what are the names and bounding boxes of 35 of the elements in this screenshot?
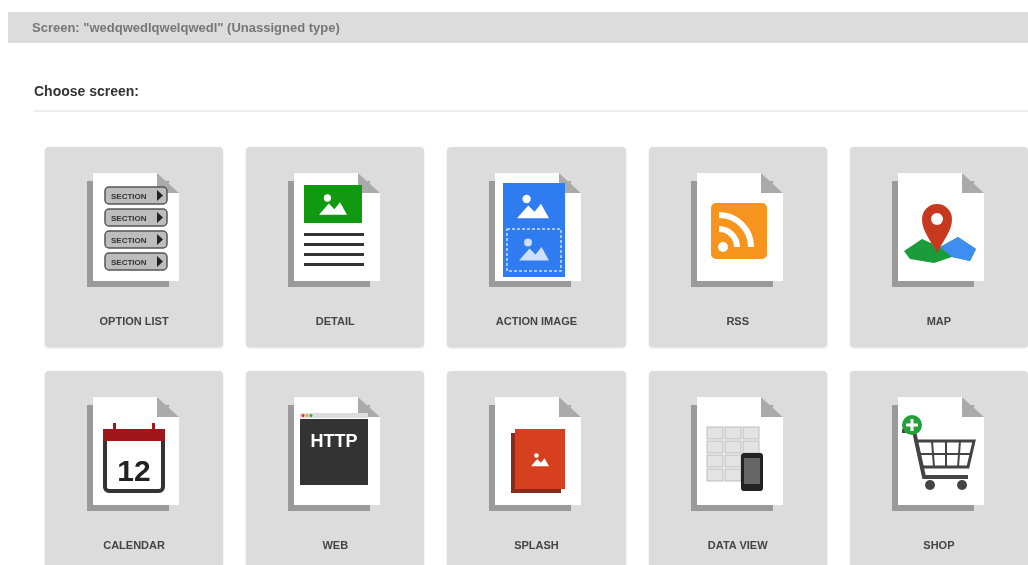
section-pill xyxy=(104,208,168,227)
screen-type-tile[interactable]: MAP xyxy=(849,147,1028,347)
day-number: 12 xyxy=(117,454,151,487)
http-label: HTTP xyxy=(310,431,358,451)
screen-type-tile[interactable]: DATA VIEW xyxy=(648,371,827,565)
section-label: SECTION xyxy=(111,258,147,267)
map-pin-document-icon xyxy=(891,173,986,287)
section-pill xyxy=(104,252,168,271)
screen-type-tile[interactable]: HTTP WEB xyxy=(246,371,425,565)
calendar-icon xyxy=(103,423,166,493)
grid-phone-document-icon xyxy=(690,397,785,511)
screen-type-tile[interactable]: ACTION IMAGE xyxy=(447,147,626,347)
play-icon xyxy=(157,212,164,223)
screen-type-tile[interactable]: DETAIL xyxy=(246,147,425,347)
detail-document-icon xyxy=(288,173,383,287)
rss-document-icon xyxy=(690,173,785,287)
play-icon xyxy=(157,234,164,245)
screen-type-tile[interactable]: 12 CALENDAR xyxy=(45,371,224,565)
play-icon xyxy=(157,256,164,267)
screen-title: Screen: "wedqwedlqwelqwedl" (Unassigned type) xyxy=(32,18,340,37)
section-label: SECTION xyxy=(111,192,147,201)
image-document-icon xyxy=(489,173,584,287)
screen-type-tile[interactable]: RSS xyxy=(648,147,827,347)
section-label: SECTION xyxy=(111,214,147,223)
section-label: SECTION xyxy=(111,236,147,245)
screen-type-tile[interactable]: SPLASH xyxy=(447,371,626,565)
screen-type-tile[interactable]: SECTION SECTION SECTION SECTION OPTION LIST xyxy=(45,147,224,347)
browser-window-icon xyxy=(300,413,369,485)
play-icon xyxy=(157,190,164,201)
splash-document-icon xyxy=(489,397,584,511)
section-pill xyxy=(104,230,168,249)
screen-type-tile[interactable]: SHOP xyxy=(849,371,1028,565)
section-pill xyxy=(104,186,168,205)
cart-document-icon xyxy=(891,397,986,511)
choose-screen-heading: Choose screen: xyxy=(34,81,1028,112)
